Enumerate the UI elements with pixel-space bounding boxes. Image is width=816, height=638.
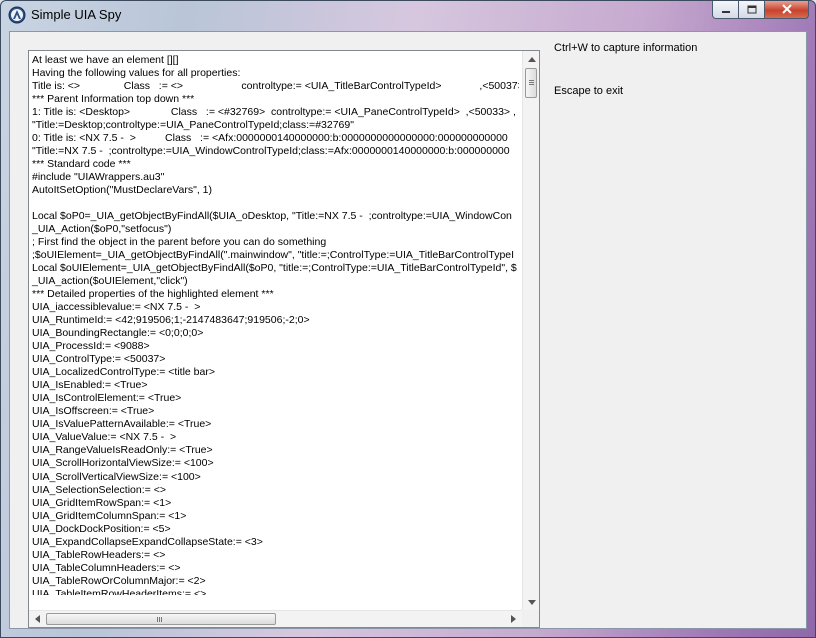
maximize-icon bbox=[747, 1, 757, 19]
output-line: Title is: <> Class := <> controltype:= <… bbox=[32, 80, 519, 93]
close-button[interactable] bbox=[765, 1, 809, 19]
output-line: *** Standard code *** bbox=[32, 158, 131, 171]
output-line: UIA_RuntimeId:= <42;919506;1;-2147483647… bbox=[32, 314, 310, 327]
scrollbar-corner bbox=[522, 610, 539, 627]
output-line: _UIA_action($oUIElement,"click") bbox=[32, 275, 188, 288]
output-line: At least we have an element [][] bbox=[32, 54, 179, 66]
output-line: UIA_LocalizedControlType:= <title bar> bbox=[32, 366, 215, 379]
output-line: UIA_TableRowHeaders:= <> bbox=[32, 548, 166, 561]
output-line: UIA_RangeValueIsReadOnly:= <True> bbox=[32, 444, 213, 457]
output-line: UIA_IsValuePatternAvailable:= <True> bbox=[32, 418, 212, 431]
output-line: UIA_ValueValue:= <NX 7.5 - > bbox=[32, 431, 177, 444]
output-line: *** Detailed properties of the highlight… bbox=[32, 288, 274, 301]
minimize-button[interactable] bbox=[712, 1, 739, 19]
main-window: Simple UIA Spy At least we have an eleme… bbox=[0, 0, 816, 638]
autoit-icon bbox=[8, 6, 26, 24]
output-line: UIA_ScrollVerticalViewSize:= <100> bbox=[32, 470, 201, 483]
output-line: *** Parent Information top down *** bbox=[32, 93, 195, 106]
window-title: Simple UIA Spy bbox=[31, 7, 122, 22]
minimize-icon bbox=[721, 1, 731, 19]
output-line: Having the following values for all prop… bbox=[32, 67, 241, 80]
output-text-area[interactable]: At least we have an element [][] Having t… bbox=[28, 50, 540, 628]
output-line: UIA_IsEnabled:= <True> bbox=[32, 379, 148, 392]
output-line: Local $oUIElement=_UIA_getObjectByFindAl… bbox=[32, 262, 517, 275]
output-line: UIA_TableItemRowHeaderItems:= <> bbox=[32, 587, 207, 595]
output-line: UIA_ProcessId:= <9088> bbox=[32, 340, 150, 353]
client-area: At least we have an element [][] Having t… bbox=[9, 31, 807, 629]
output-line: UIA_ControlType:= <50037> bbox=[32, 353, 166, 366]
arrow-right-icon bbox=[511, 614, 516, 625]
output-line: _UIA_Action($oP0,"setfocus") bbox=[32, 223, 172, 236]
caption-buttons bbox=[712, 1, 809, 20]
title-bar[interactable]: Simple UIA Spy bbox=[1, 1, 815, 31]
output-line: UIA_ExpandCollapseExpandCollapseState:= … bbox=[32, 535, 263, 548]
horizontal-scroll-thumb[interactable] bbox=[46, 613, 276, 625]
output-text-content[interactable]: At least we have an element [][] Having t… bbox=[31, 54, 519, 595]
scroll-up-button[interactable] bbox=[523, 51, 540, 68]
output-line: UIA_BoundingRectangle:= <0;0;0;0> bbox=[32, 327, 204, 340]
maximize-button[interactable] bbox=[739, 1, 765, 19]
output-line: UIA_SelectionSelection:= <> bbox=[32, 483, 166, 496]
capture-instruction: Ctrl+W to capture information bbox=[554, 42, 698, 54]
output-line: "Title:=Desktop;controltype:=UIA_PaneCon… bbox=[32, 119, 354, 132]
exit-instruction: Escape to exit bbox=[554, 85, 624, 97]
scroll-right-button[interactable] bbox=[505, 611, 522, 628]
arrow-left-icon bbox=[35, 614, 40, 625]
vertical-scrollbar[interactable] bbox=[522, 51, 539, 611]
horizontal-scrollbar[interactable] bbox=[29, 610, 522, 627]
output-line: UIA_TableRowOrColumnMajor:= <2> bbox=[32, 574, 206, 587]
output-line: 1: Title is: <Desktop> Class := <#32769>… bbox=[32, 106, 519, 119]
output-line: UIA_IsOffscreen:= <True> bbox=[32, 405, 155, 418]
vertical-scroll-thumb[interactable] bbox=[525, 68, 537, 98]
output-line: UIA_TableColumnHeaders:= <> bbox=[32, 561, 181, 574]
output-line: ; First find the object in the parent be… bbox=[32, 236, 327, 249]
output-line: UIA_IsControlElement:= <True> bbox=[32, 392, 182, 405]
scroll-left-button[interactable] bbox=[29, 611, 46, 628]
output-line: UIA_GridItemRowSpan:= <1> bbox=[32, 496, 172, 509]
output-line: Local $oP0=_UIA_getObjectByFindAll($UIA_… bbox=[32, 210, 512, 223]
output-line: UIA_ScrollHorizontalViewSize:= <100> bbox=[32, 457, 214, 470]
output-line: UIA_iaccessiblevalue:= <NX 7.5 - > bbox=[32, 301, 201, 314]
output-line: AutoItSetOption("MustDeclareVars", 1) bbox=[32, 184, 212, 197]
arrow-up-icon bbox=[527, 55, 536, 64]
scroll-down-button[interactable] bbox=[523, 594, 540, 611]
output-line: UIA_GridItemColumnSpan:= <1> bbox=[32, 509, 187, 522]
output-line: UIA_DockDockPosition:= <5> bbox=[32, 522, 171, 535]
output-line: ;$oUIElement=_UIA_getObjectByFindAll(".m… bbox=[32, 249, 515, 262]
arrow-down-icon bbox=[527, 598, 536, 607]
output-line: "Title:=NX 7.5 - ;controltype:=UIA_Windo… bbox=[32, 145, 510, 158]
output-line: #include "UIAWrappers.au3" bbox=[32, 171, 165, 184]
close-icon bbox=[781, 1, 793, 19]
output-line: 0: Title is: <NX 7.5 - > Class := <Afx:0… bbox=[32, 132, 508, 145]
